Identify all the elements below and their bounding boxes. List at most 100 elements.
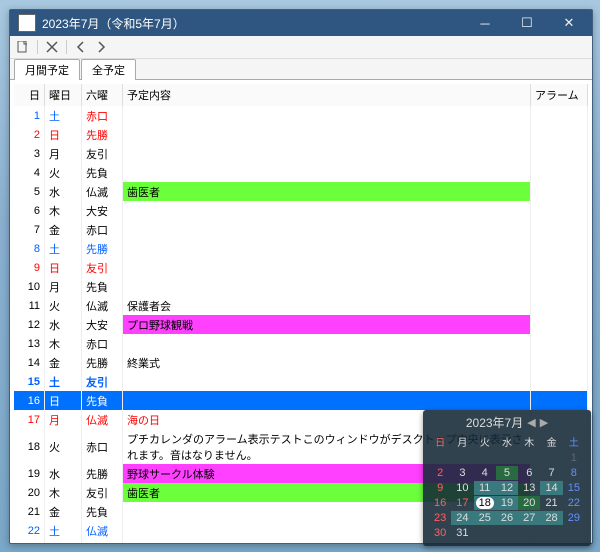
mini-day[interactable]: 5 [496,466,518,480]
mini-day[interactable]: 25 [474,511,496,525]
cell-event[interactable] [123,334,531,353]
table-row[interactable]: 13木赤口 [14,334,588,353]
mini-day[interactable]: 20 [518,496,540,510]
col-alarm[interactable]: アラーム [531,84,588,106]
mini-day[interactable]: 23 [429,511,451,525]
table-row[interactable]: 2日先勝 [14,125,588,144]
cell-event[interactable] [123,372,531,391]
table-row[interactable]: 11火仏滅保護者会 [14,296,588,315]
table-row[interactable]: 7金赤口 [14,220,588,239]
new-icon[interactable] [14,38,32,56]
mini-day[interactable]: 1 [563,451,585,465]
mini-day[interactable]: 10 [451,481,473,495]
table-row[interactable]: 6木大安 [14,201,588,220]
mini-day[interactable]: 4 [474,466,496,480]
mini-day[interactable]: 27 [518,511,540,525]
cell-event[interactable] [123,144,531,163]
cell-event[interactable]: 保護者会 [123,296,531,315]
mini-day[interactable]: 15 [563,481,585,495]
mini-day[interactable]: 3 [451,466,473,480]
mini-day[interactable] [518,451,540,465]
mini-day[interactable] [540,451,562,465]
mini-next-icon[interactable]: ▶ [540,416,548,429]
col-day[interactable]: 日 [14,84,45,106]
cell-alarm [531,334,588,353]
maximize-button[interactable]: ☐ [506,11,548,35]
mini-day[interactable]: 21 [540,496,562,510]
mini-day[interactable]: 24 [451,511,473,525]
mini-day[interactable] [496,526,518,540]
mini-day[interactable]: 29 [563,511,585,525]
mini-day[interactable]: 16 [429,496,451,510]
mini-day[interactable]: 18 [474,496,496,510]
mini-day[interactable] [563,526,585,540]
mini-day[interactable]: 12 [496,481,518,495]
table-row[interactable]: 10月先負 [14,277,588,296]
cell-event[interactable] [123,258,531,277]
mini-day[interactable]: 13 [518,481,540,495]
cell-day: 13 [14,334,45,353]
next-icon[interactable] [92,38,110,56]
mini-day[interactable]: 17 [451,496,473,510]
mini-day[interactable] [429,451,451,465]
table-row[interactable]: 16日先負 [14,391,588,410]
cell-event[interactable] [123,106,531,125]
cell-event[interactable] [123,201,531,220]
cell-day: 17 [14,410,45,429]
mini-day[interactable]: 11 [474,481,496,495]
mini-day[interactable]: 31 [451,526,473,540]
minimize-button[interactable]: ─ [464,11,506,35]
mini-day[interactable] [496,451,518,465]
mini-day[interactable]: 14 [540,481,562,495]
mini-day[interactable]: 30 [429,526,451,540]
col-event[interactable]: 予定内容 [123,84,531,106]
table-row[interactable]: 15土友引 [14,372,588,391]
col-rokuyo[interactable]: 六曜 [82,84,123,106]
table-row[interactable]: 3月友引 [14,144,588,163]
mini-day[interactable] [518,526,540,540]
mini-day[interactable] [474,526,496,540]
delete-icon[interactable] [43,38,61,56]
cell-event[interactable]: 終業式 [123,353,531,372]
cell-alarm [531,182,588,201]
close-button[interactable]: ✕ [548,11,590,35]
mini-day[interactable] [540,526,562,540]
mini-day[interactable]: 2 [429,466,451,480]
cell-weekday: 木 [45,201,82,220]
cell-event[interactable] [123,125,531,144]
cell-event[interactable] [123,391,531,410]
prev-icon[interactable] [72,38,90,56]
table-row[interactable]: 12水大安プロ野球観戦 [14,315,588,334]
cell-event[interactable]: 歯医者 [123,182,531,201]
cell-event[interactable] [123,163,531,182]
cell-day: 7 [14,220,45,239]
mini-day[interactable]: 7 [540,466,562,480]
mini-prev-icon[interactable]: ◀ [527,416,535,429]
table-row[interactable]: 5水仏滅歯医者 [14,182,588,201]
mini-calendar[interactable]: 2023年7月 ◀ ▶ 日月火水木金土123456789101112131415… [423,410,591,546]
mini-day[interactable]: 6 [518,466,540,480]
cell-event[interactable] [123,220,531,239]
cell-day: 4 [14,163,45,182]
mini-day[interactable] [474,451,496,465]
cell-event[interactable]: プロ野球観戦 [123,315,531,334]
table-row[interactable]: 1土赤口 [14,106,588,125]
cell-event[interactable] [123,277,531,296]
table-row[interactable]: 14金先勝終業式 [14,353,588,372]
tab-monthly[interactable]: 月間予定 [14,59,80,80]
cell-weekday: 土 [45,521,82,540]
table-row[interactable]: 8土先勝 [14,239,588,258]
mini-day[interactable]: 26 [496,511,518,525]
mini-day[interactable]: 19 [496,496,518,510]
tab-all[interactable]: 全予定 [81,59,136,80]
mini-day[interactable]: 9 [429,481,451,495]
mini-day[interactable]: 8 [563,466,585,480]
table-row[interactable]: 4火先負 [14,163,588,182]
table-row[interactable]: 9日友引 [14,258,588,277]
mini-day[interactable]: 22 [563,496,585,510]
col-weekday[interactable]: 曜日 [45,84,82,106]
titlebar[interactable]: 2023年7月（令和5年7月） ─ ☐ ✕ [10,10,592,36]
mini-day[interactable]: 28 [540,511,562,525]
cell-event[interactable] [123,239,531,258]
mini-day[interactable] [451,451,473,465]
